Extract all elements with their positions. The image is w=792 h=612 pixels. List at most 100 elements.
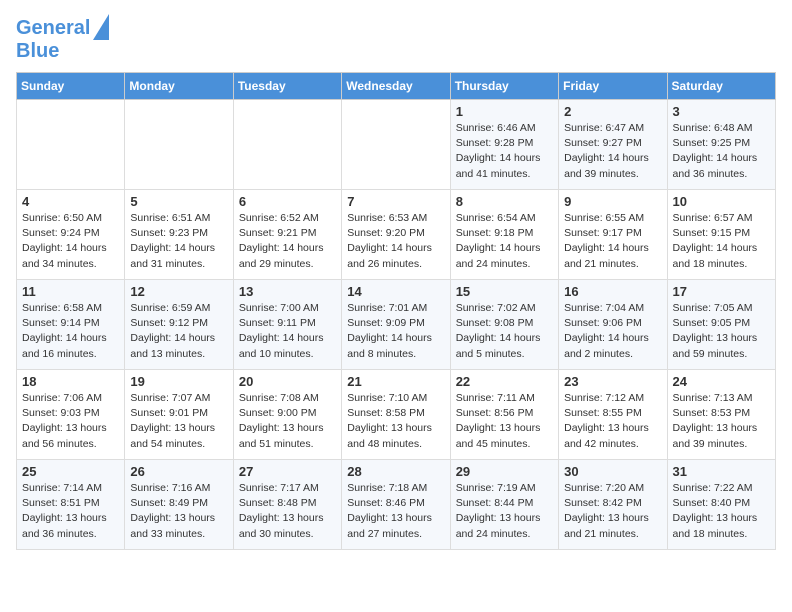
day-number: 3 [673, 104, 770, 119]
day-info: Sunrise: 7:01 AM Sunset: 9:09 PM Dayligh… [347, 301, 444, 362]
logo-text-general: General [16, 17, 90, 39]
calendar-cell: 23 Sunrise: 7:12 AM Sunset: 8:55 PM Dayli… [559, 370, 667, 460]
calendar-body: 1Sunrise: 6:46 AM Sunset: 9:28 PM Daylig… [17, 100, 776, 550]
day-info: Sunrise: 6:53 AM Sunset: 9:20 PM Dayligh… [347, 211, 444, 272]
day-info: Sunrise: 6:58 AM Sunset: 9:14 PM Dayligh… [22, 301, 119, 362]
day-number: 20 [239, 374, 336, 389]
day-number: 17 [673, 284, 770, 299]
day-info: Sunrise: 7:00 AM Sunset: 9:11 PM Dayligh… [239, 301, 336, 362]
day-number: 7 [347, 194, 444, 209]
calendar-cell: 3 Sunrise: 6:48 AM Sunset: 9:25 PM Daylig… [667, 100, 775, 190]
day-number: 29 [456, 464, 553, 479]
header-friday: Friday [559, 73, 667, 100]
day-info: Sunrise: 7:11 AM Sunset: 8:56 PM Dayligh… [456, 391, 553, 452]
day-number: 19 [130, 374, 227, 389]
calendar-cell: 9 Sunrise: 6:55 AM Sunset: 9:17 PM Daylig… [559, 190, 667, 280]
calendar-cell: 31Sunrise: 7:22 AM Sunset: 8:40 PM Dayli… [667, 460, 775, 550]
logo: General Blue [16, 16, 109, 62]
day-info: Sunrise: 6:51 AM Sunset: 9:23 PM Dayligh… [130, 211, 227, 272]
calendar-week-1: 1Sunrise: 6:46 AM Sunset: 9:28 PM Daylig… [17, 100, 776, 190]
calendar-cell: 1Sunrise: 6:46 AM Sunset: 9:28 PM Daylig… [450, 100, 558, 190]
day-number: 11 [22, 284, 119, 299]
day-info: Sunrise: 6:46 AM Sunset: 9:28 PM Dayligh… [456, 121, 553, 182]
day-number: 25 [22, 464, 119, 479]
calendar-cell: 25 Sunrise: 7:14 AM Sunset: 8:51 PM Dayli… [17, 460, 125, 550]
day-number: 14 [347, 284, 444, 299]
day-info: Sunrise: 7:12 AM Sunset: 8:55 PM Dayligh… [564, 391, 661, 452]
calendar-cell: 30Sunrise: 7:20 AM Sunset: 8:42 PM Dayli… [559, 460, 667, 550]
day-number: 16 [564, 284, 661, 299]
day-number: 15 [456, 284, 553, 299]
day-info: Sunrise: 7:05 AM Sunset: 9:05 PM Dayligh… [673, 301, 770, 362]
day-info: Sunrise: 7:17 AM Sunset: 8:48 PM Dayligh… [239, 481, 336, 542]
page-header: General Blue [16, 16, 776, 62]
calendar-header: SundayMondayTuesdayWednesdayThursdayFrid… [17, 73, 776, 100]
calendar-cell: 7 Sunrise: 6:53 AM Sunset: 9:20 PM Daylig… [342, 190, 450, 280]
day-info: Sunrise: 7:07 AM Sunset: 9:01 PM Dayligh… [130, 391, 227, 452]
day-info: Sunrise: 7:02 AM Sunset: 9:08 PM Dayligh… [456, 301, 553, 362]
calendar-cell: 24 Sunrise: 7:13 AM Sunset: 8:53 PM Dayli… [667, 370, 775, 460]
day-info: Sunrise: 7:10 AM Sunset: 8:58 PM Dayligh… [347, 391, 444, 452]
calendar-cell: 17 Sunrise: 7:05 AM Sunset: 9:05 PM Dayli… [667, 280, 775, 370]
day-number: 21 [347, 374, 444, 389]
calendar-cell: 4 Sunrise: 6:50 AM Sunset: 9:24 PM Daylig… [17, 190, 125, 280]
calendar-cell: 20 Sunrise: 7:08 AM Sunset: 9:00 PM Dayli… [233, 370, 341, 460]
calendar-cell: 16Sunrise: 7:04 AM Sunset: 9:06 PM Dayli… [559, 280, 667, 370]
calendar-week-3: 11 Sunrise: 6:58 AM Sunset: 9:14 PM Dayli… [17, 280, 776, 370]
day-info: Sunrise: 7:13 AM Sunset: 8:53 PM Dayligh… [673, 391, 770, 452]
day-number: 18 [22, 374, 119, 389]
day-number: 26 [130, 464, 227, 479]
header-wednesday: Wednesday [342, 73, 450, 100]
day-info: Sunrise: 7:20 AM Sunset: 8:42 PM Dayligh… [564, 481, 661, 542]
day-number: 13 [239, 284, 336, 299]
day-number: 28 [347, 464, 444, 479]
day-number: 8 [456, 194, 553, 209]
calendar-cell: 18 Sunrise: 7:06 AM Sunset: 9:03 PM Dayli… [17, 370, 125, 460]
calendar-cell: 19 Sunrise: 7:07 AM Sunset: 9:01 PM Dayli… [125, 370, 233, 460]
day-number: 24 [673, 374, 770, 389]
header-thursday: Thursday [450, 73, 558, 100]
day-number: 27 [239, 464, 336, 479]
header-row: SundayMondayTuesdayWednesdayThursdayFrid… [17, 73, 776, 100]
calendar-cell: 14 Sunrise: 7:01 AM Sunset: 9:09 PM Dayli… [342, 280, 450, 370]
calendar-cell: 5 Sunrise: 6:51 AM Sunset: 9:23 PM Daylig… [125, 190, 233, 280]
day-info: Sunrise: 7:22 AM Sunset: 8:40 PM Dayligh… [673, 481, 770, 542]
day-info: Sunrise: 7:14 AM Sunset: 8:51 PM Dayligh… [22, 481, 119, 542]
calendar-cell: 13 Sunrise: 7:00 AM Sunset: 9:11 PM Dayli… [233, 280, 341, 370]
day-number: 10 [673, 194, 770, 209]
calendar-week-4: 18 Sunrise: 7:06 AM Sunset: 9:03 PM Dayli… [17, 370, 776, 460]
day-number: 12 [130, 284, 227, 299]
calendar-cell: 6Sunrise: 6:52 AM Sunset: 9:21 PM Daylig… [233, 190, 341, 280]
day-info: Sunrise: 7:06 AM Sunset: 9:03 PM Dayligh… [22, 391, 119, 452]
logo-text-blue: Blue [16, 40, 109, 62]
calendar-cell: 15 Sunrise: 7:02 AM Sunset: 9:08 PM Dayli… [450, 280, 558, 370]
day-info: Sunrise: 7:08 AM Sunset: 9:00 PM Dayligh… [239, 391, 336, 452]
logo-triangle-icon [93, 14, 109, 40]
day-number: 23 [564, 374, 661, 389]
calendar-cell: 11 Sunrise: 6:58 AM Sunset: 9:14 PM Dayli… [17, 280, 125, 370]
calendar-cell: 12Sunrise: 6:59 AM Sunset: 9:12 PM Dayli… [125, 280, 233, 370]
day-info: Sunrise: 6:55 AM Sunset: 9:17 PM Dayligh… [564, 211, 661, 272]
calendar-cell: 8Sunrise: 6:54 AM Sunset: 9:18 PM Daylig… [450, 190, 558, 280]
day-info: Sunrise: 7:18 AM Sunset: 8:46 PM Dayligh… [347, 481, 444, 542]
day-number: 9 [564, 194, 661, 209]
calendar-table: SundayMondayTuesdayWednesdayThursdayFrid… [16, 72, 776, 550]
day-info: Sunrise: 6:52 AM Sunset: 9:21 PM Dayligh… [239, 211, 336, 272]
header-tuesday: Tuesday [233, 73, 341, 100]
calendar-cell: 27 Sunrise: 7:17 AM Sunset: 8:48 PM Dayli… [233, 460, 341, 550]
calendar-cell: 2Sunrise: 6:47 AM Sunset: 9:27 PM Daylig… [559, 100, 667, 190]
calendar-cell [125, 100, 233, 190]
day-number: 4 [22, 194, 119, 209]
day-info: Sunrise: 6:48 AM Sunset: 9:25 PM Dayligh… [673, 121, 770, 182]
calendar-cell: 22 Sunrise: 7:11 AM Sunset: 8:56 PM Dayli… [450, 370, 558, 460]
calendar-cell: 26 Sunrise: 7:16 AM Sunset: 8:49 PM Dayli… [125, 460, 233, 550]
calendar-cell [342, 100, 450, 190]
day-number: 22 [456, 374, 553, 389]
calendar-cell: 29 Sunrise: 7:19 AM Sunset: 8:44 PM Dayli… [450, 460, 558, 550]
header-monday: Monday [125, 73, 233, 100]
day-info: Sunrise: 7:16 AM Sunset: 8:49 PM Dayligh… [130, 481, 227, 542]
day-number: 5 [130, 194, 227, 209]
day-info: Sunrise: 7:19 AM Sunset: 8:44 PM Dayligh… [456, 481, 553, 542]
calendar-week-5: 25 Sunrise: 7:14 AM Sunset: 8:51 PM Dayli… [17, 460, 776, 550]
day-info: Sunrise: 6:50 AM Sunset: 9:24 PM Dayligh… [22, 211, 119, 272]
